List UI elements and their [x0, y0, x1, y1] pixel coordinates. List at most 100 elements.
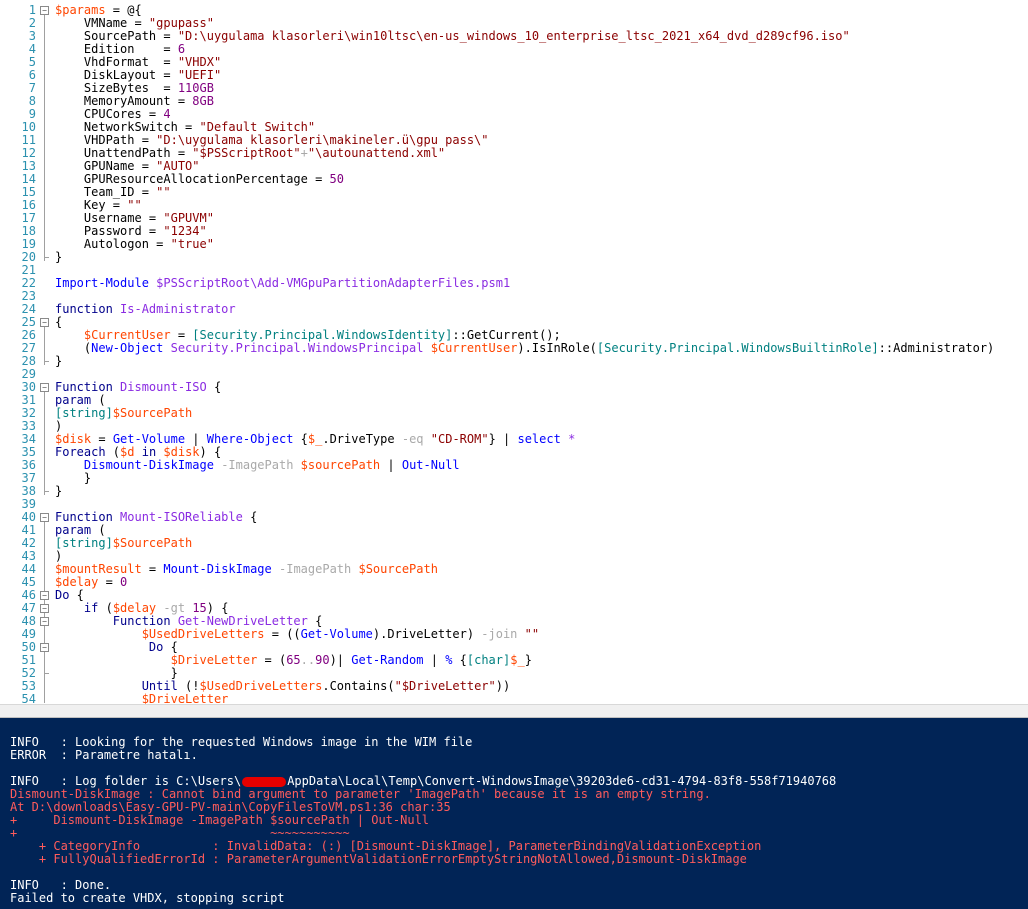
code-token: select	[517, 432, 561, 446]
code-token: param	[55, 393, 92, 407]
code-token: 65	[286, 653, 301, 667]
fold-collapse-icon[interactable]: −	[40, 643, 49, 652]
code-token: $CurrentUser	[83, 328, 171, 342]
code-line: [string]$SourcePath	[55, 407, 192, 420]
code-token: CPUCores =	[55, 107, 164, 121]
code-token: +	[300, 146, 308, 160]
code-token: NetworkSwitch =	[55, 120, 200, 134]
code-token: New-Object	[91, 341, 164, 355]
code-token: =	[141, 562, 164, 576]
console-text: + Dismount-DiskImage -ImagePath $sourceP…	[10, 813, 430, 827]
code-line: Autologon = "true"	[55, 238, 214, 251]
code-token: Function	[55, 510, 113, 524]
code-token: *	[568, 432, 576, 446]
console-pane[interactable]: INFO : Looking for the requested Windows…	[0, 718, 1028, 909]
code-token: (	[91, 523, 106, 537]
code-token: [string]	[55, 406, 113, 420]
code-token: $disk	[55, 432, 92, 446]
console-text: Failed to create VHDX, stopping script	[10, 891, 285, 905]
code-token: ) {	[206, 601, 229, 615]
code-token: Import-Module	[55, 276, 149, 290]
code-token: "$PSScriptRoot"	[192, 146, 301, 160]
code-token: DiskLayout =	[55, 68, 178, 82]
code-token: |	[380, 458, 402, 472]
code-token: } |	[488, 432, 518, 446]
code-line: [string]$SourcePath	[55, 537, 192, 550]
code-token: GPUName =	[55, 159, 157, 173]
pane-splitter[interactable]	[0, 704, 1028, 718]
code-token: Username =	[55, 211, 164, 225]
code-token: Dismount-DiskImage	[83, 458, 214, 472]
code-token: }	[55, 354, 63, 368]
script-editor[interactable]: 1 2 3 4 5 6 7 8 9 10 11 12 13 14 15 16 17 18 19 20 21 22 23 24 2…	[0, 0, 1028, 704]
code-token: $UsedDriveLetters	[199, 679, 323, 693]
code-token: -gt	[163, 601, 186, 615]
code-token: {	[293, 432, 308, 446]
code-token: $SourcePath	[358, 562, 438, 576]
code-token: ""	[156, 185, 171, 199]
console-text: At D:\downloads\Easy-GPU-PV-main\CopyFil…	[10, 800, 451, 814]
code-token: function	[55, 302, 113, 316]
code-token: VhdFormat =	[55, 55, 178, 69]
code-token: [Security.Principal.WindowsBuiltinRole]	[596, 341, 879, 355]
code-token: ))	[495, 679, 511, 693]
code-token: Do	[148, 640, 164, 654]
code-token: $d	[120, 445, 135, 459]
console-text: + ~~~~~~~~~~~	[10, 826, 350, 840]
code-token: ) {	[199, 445, 222, 459]
code-token: $SourcePath	[112, 406, 193, 420]
console-line: Failed to create VHDX, stopping script	[10, 892, 285, 905]
code-token: ).DriveLetter)	[372, 627, 482, 641]
fold-collapse-icon[interactable]: −	[40, 604, 49, 613]
code-token: (	[98, 601, 113, 615]
code-token: 4	[163, 107, 171, 121]
console-text: + CategoryInfo : InvalidData: (:) [Dismo…	[10, 839, 762, 853]
code-line: (New-Object Security.Principal.WindowsPr…	[55, 342, 994, 355]
code-token: $params	[55, 3, 106, 17]
code-token: -ImagePath	[279, 562, 352, 576]
code-token: "$DriveLetter"	[394, 679, 496, 693]
code-token: Is-Administrator	[120, 302, 236, 316]
code-token: = ((	[264, 627, 301, 641]
console-text: + FullyQualifiedErrorId : ParameterArgum…	[10, 852, 747, 866]
fold-collapse-icon[interactable]: −	[40, 591, 49, 600]
fold-collapse-icon[interactable]: −	[40, 617, 49, 626]
code-token: Foreach	[55, 445, 106, 459]
fold-collapse-icon[interactable]: −	[40, 513, 49, 522]
fold-collapse-icon[interactable]: −	[40, 383, 49, 392]
code-token: "UEFI"	[177, 68, 222, 82]
code-token: }	[55, 471, 92, 485]
code-token: $SourcePath	[112, 536, 193, 550]
code-token: Do	[55, 588, 70, 602]
fold-end-tick	[44, 361, 49, 362]
code-token: SizeBytes =	[55, 81, 178, 95]
fold-collapse-icon[interactable]: −	[40, 318, 49, 327]
fold-end-tick	[44, 673, 49, 674]
code-token: Get-Random	[351, 653, 424, 667]
code-token: )	[55, 549, 63, 563]
code-token: -eq	[401, 432, 424, 446]
code-token: "1234"	[163, 224, 207, 238]
code-token: 0	[120, 575, 128, 589]
fold-collapse-icon[interactable]: −	[40, 6, 49, 15]
code-token: 50	[329, 172, 344, 186]
code-token: $UsedDriveLetters	[141, 627, 265, 641]
code-token: $delay	[55, 575, 99, 589]
code-token: 110GB	[177, 81, 214, 95]
code-token: Out-Null	[401, 458, 460, 472]
code-token: Until	[141, 679, 178, 693]
code-token: $CurrentUser	[430, 341, 518, 355]
console-error-line: + FullyQualifiedErrorId : ParameterArgum…	[10, 853, 747, 866]
